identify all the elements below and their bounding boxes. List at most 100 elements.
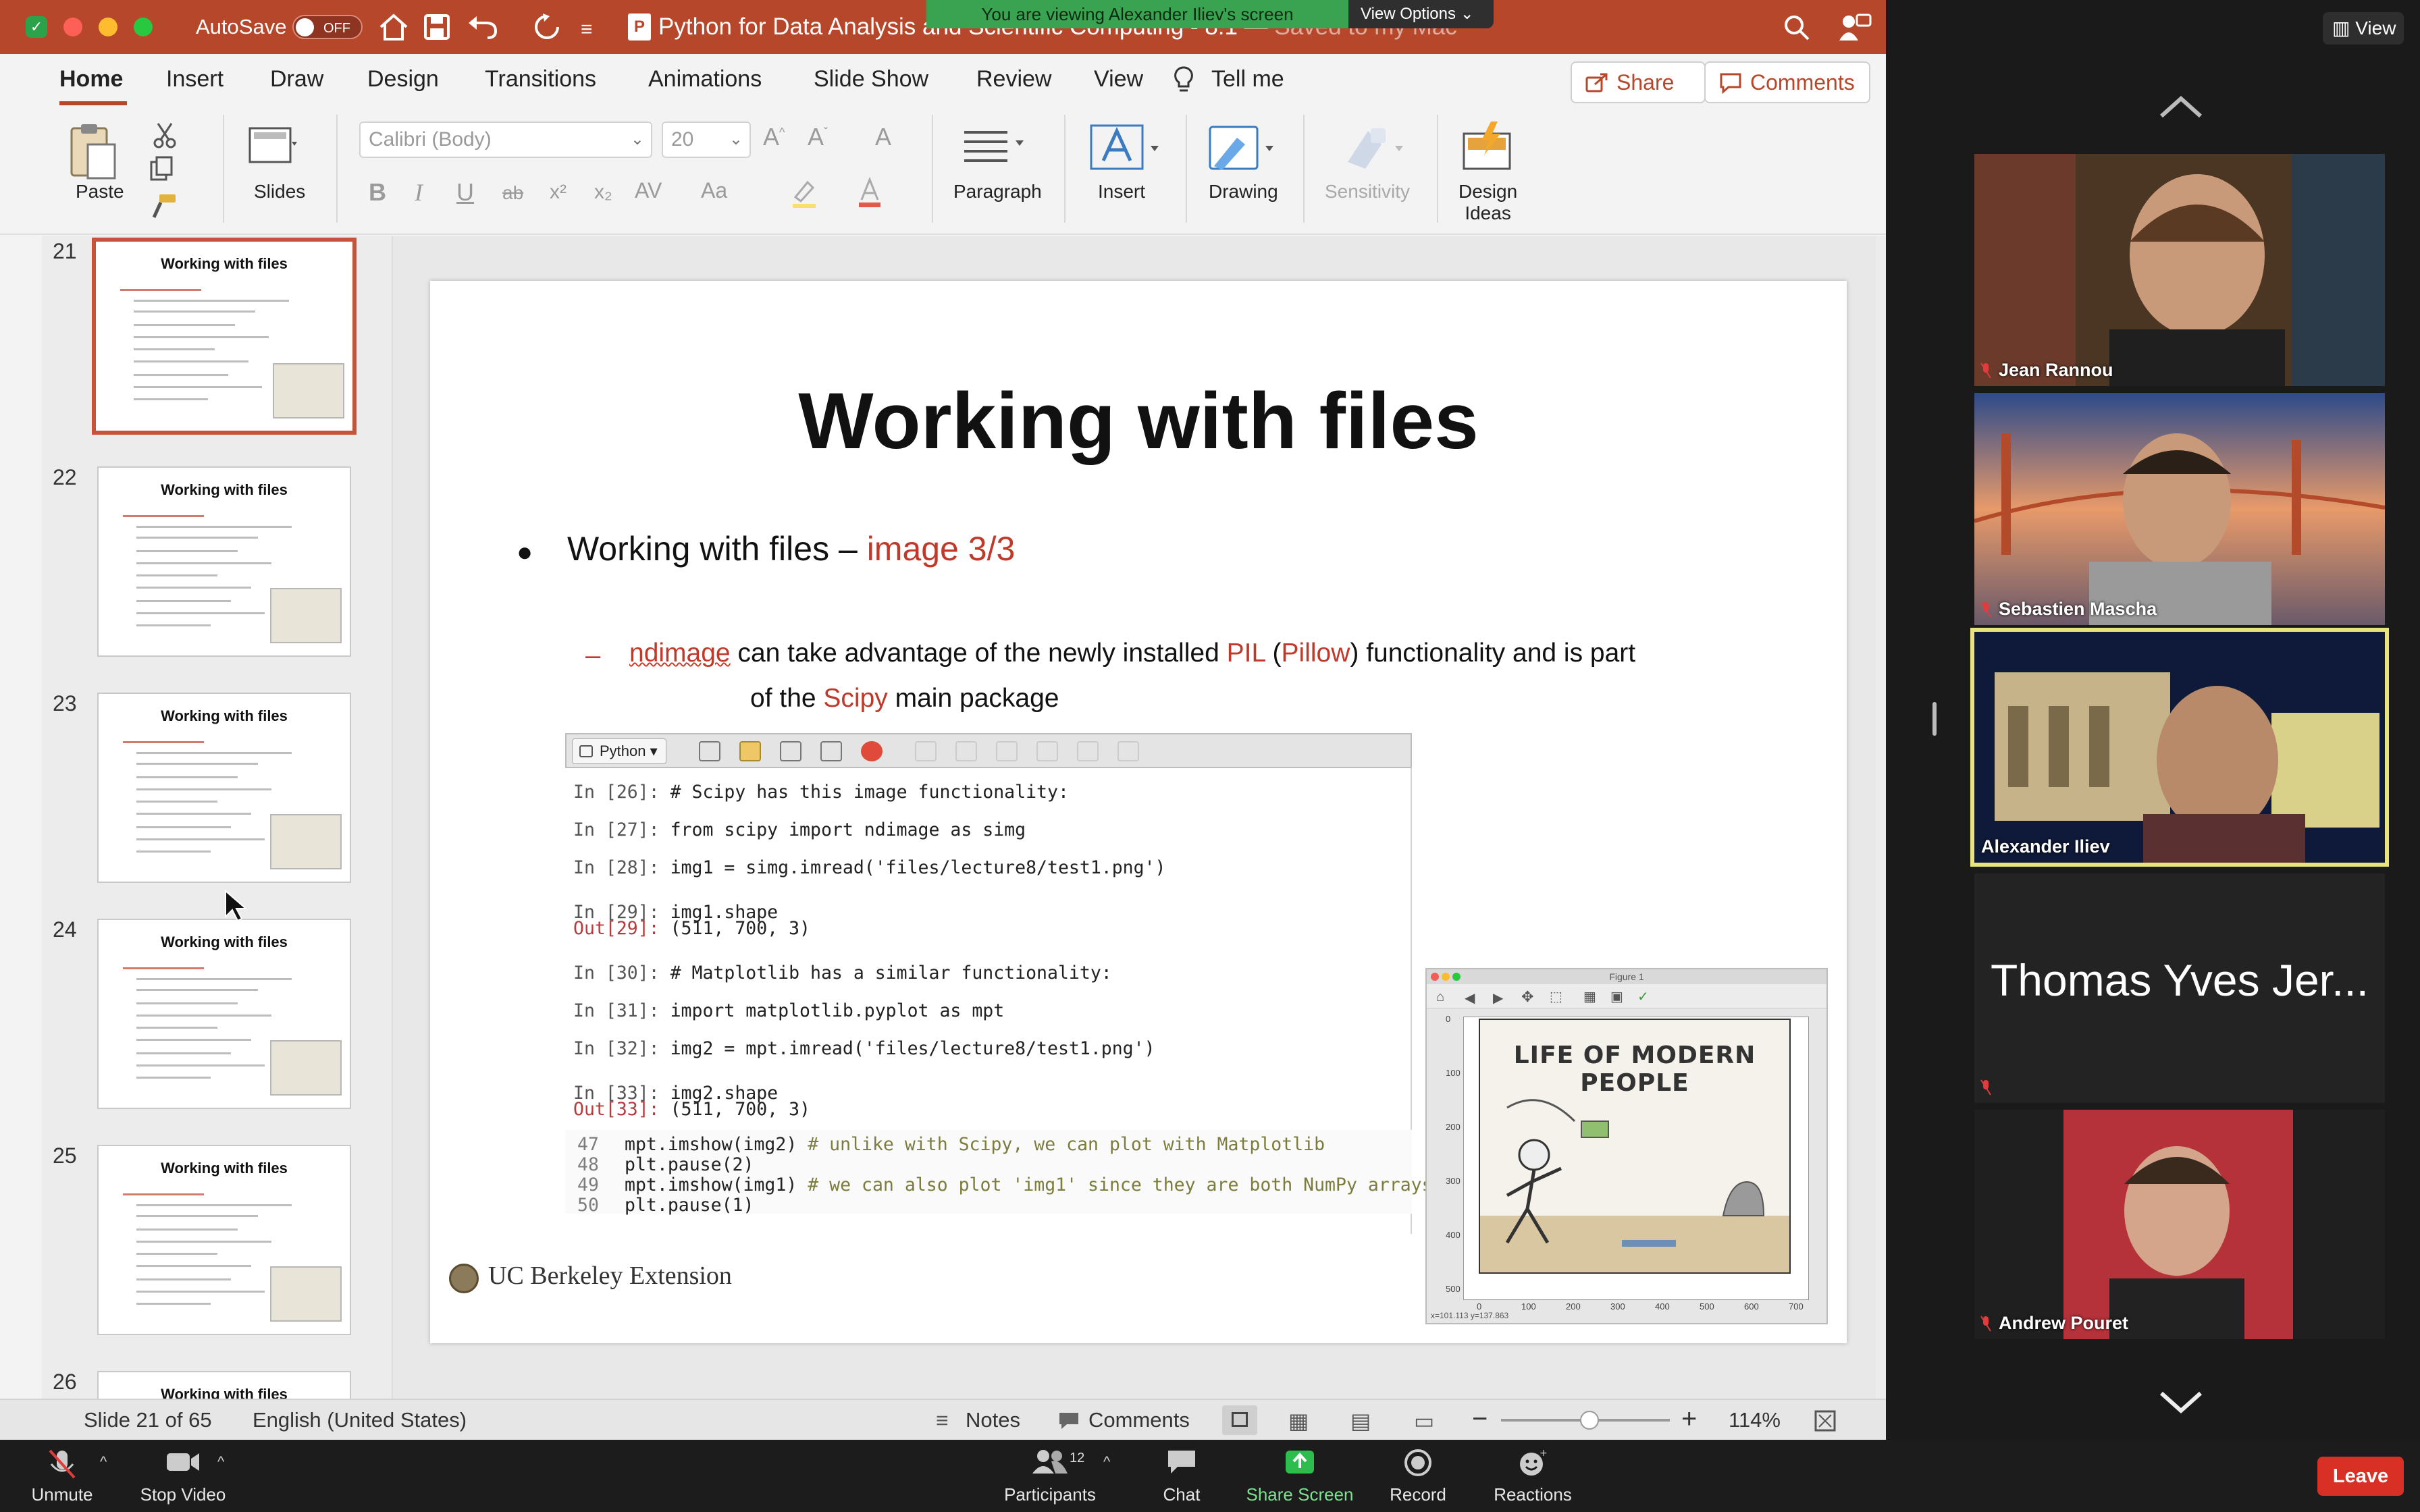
participant-tile[interactable]: Andrew Pouret — [1974, 1110, 2385, 1339]
panel-resize-handle[interactable] — [1932, 702, 1937, 736]
thumbnail-text-line — [136, 1064, 265, 1066]
maximize-window-button[interactable] — [134, 18, 153, 36]
chat-button[interactable]: Chat — [1141, 1440, 1222, 1512]
copy-icon[interactable] — [149, 155, 186, 182]
bold-button[interactable]: B — [369, 178, 386, 207]
chevron-up-icon[interactable] — [2157, 93, 2205, 120]
slide-canvas[interactable]: Working with files ● Working with files … — [393, 236, 1886, 1399]
strikethrough-button[interactable]: ab — [502, 182, 523, 204]
font-size-select[interactable]: 20 ⌄ — [662, 122, 751, 158]
cut-icon[interactable] — [153, 122, 177, 148]
clear-formatting-button[interactable]: A — [875, 123, 891, 151]
tell-me-search[interactable]: Tell me — [1211, 66, 1284, 92]
undo-icon[interactable] — [466, 12, 504, 42]
participants-options-caret[interactable]: ^ — [1103, 1453, 1110, 1471]
zoom-out-button[interactable]: − — [1472, 1404, 1488, 1434]
slide-thumbnail[interactable]: Working with files — [97, 466, 351, 657]
thumbnail-text-line — [136, 1077, 211, 1079]
participants-button[interactable]: 12 Participants — [999, 1440, 1101, 1512]
tab-animations[interactable]: Animations — [648, 66, 762, 92]
change-case-button[interactable]: Aa — [701, 178, 727, 203]
stop-video-button[interactable]: Stop Video — [132, 1440, 234, 1512]
reactions-button[interactable]: + Reactions — [1485, 1440, 1580, 1512]
reading-view-icon[interactable]: ▤ — [1350, 1408, 1371, 1434]
ribbon-separator — [336, 115, 338, 223]
record-button[interactable]: Record — [1377, 1440, 1458, 1512]
zoom-level[interactable]: 114% — [1729, 1408, 1781, 1432]
slide-thumbnail[interactable]: Working with files — [97, 1371, 351, 1399]
save-icon[interactable] — [423, 14, 450, 40]
character-spacing-button[interactable]: AV — [635, 178, 662, 203]
slide-thumbnail[interactable]: Working with files — [92, 238, 357, 435]
tab-slide-show[interactable]: Slide Show — [814, 66, 928, 92]
drawing-icon[interactable] — [1207, 122, 1282, 173]
tab-review[interactable]: Review — [976, 66, 1051, 92]
y-tick-label: 0 — [1446, 1014, 1451, 1024]
new-slide-icon[interactable] — [247, 124, 298, 171]
window-icon — [820, 741, 842, 761]
decrease-font-size-button[interactable]: Aˇ — [808, 123, 828, 151]
slideshow-icon[interactable]: ▭ — [1414, 1408, 1434, 1434]
share-screen-button[interactable]: Share Screen — [1242, 1440, 1357, 1512]
console-line: In [28]: img1 = simg.imread('files/lectu… — [573, 857, 1166, 878]
comments-button[interactable]: Comments — [1704, 61, 1870, 103]
slide-sorter-icon[interactable]: ▦ — [1288, 1408, 1309, 1434]
tab-design[interactable]: Design — [367, 66, 439, 92]
participant-tile[interactable]: Sebastien Mascha — [1974, 393, 2385, 625]
canvas-scrollbar[interactable] — [1876, 236, 1886, 1399]
zoom-slider-knob[interactable] — [1580, 1411, 1599, 1430]
underline-button[interactable]: U — [456, 178, 474, 207]
insert-text-icon[interactable] — [1088, 122, 1163, 173]
zoom-in-button[interactable]: + — [1681, 1404, 1697, 1434]
console-code: (511, 700, 3) — [670, 1099, 811, 1120]
current-slide[interactable]: Working with files ● Working with files … — [430, 281, 1847, 1343]
slide-thumbnail[interactable]: Working with files — [97, 1145, 351, 1335]
participant-tile-active-speaker[interactable]: Alexander Iliev — [1970, 628, 2389, 867]
tab-transitions[interactable]: Transitions — [485, 66, 596, 92]
share-person-icon[interactable] — [1838, 11, 1872, 43]
participant-tile[interactable]: Jean Rannou — [1974, 154, 2385, 386]
leave-button[interactable]: Leave — [2317, 1457, 2404, 1496]
sensitivity-icon[interactable] — [1341, 122, 1409, 173]
highlight-icon[interactable] — [789, 178, 820, 209]
share-button[interactable]: Share — [1571, 61, 1706, 103]
autosave-toggle[interactable]: OFF — [292, 15, 363, 39]
tab-draw[interactable]: Draw — [270, 66, 323, 92]
home-icon[interactable] — [378, 12, 409, 42]
search-icon[interactable] — [1783, 14, 1811, 42]
slide-thumbnail[interactable]: Working with files — [97, 693, 351, 883]
audio-options-caret[interactable]: ^ — [100, 1453, 107, 1471]
tab-insert[interactable]: Insert — [166, 66, 223, 92]
tab-view[interactable]: View — [1094, 66, 1143, 92]
close-window-button[interactable] — [63, 18, 82, 36]
participant-tile-video-off[interactable]: Thomas Yves Jer... — [1974, 873, 2385, 1103]
slide-thumbnail-pane[interactable]: 21 Working with files 22 Working with files… — [42, 236, 393, 1399]
console-line: In [26]: # Scipy has this image function… — [573, 782, 1069, 803]
font-name-select[interactable]: Calibri (Body) ⌄ — [359, 122, 652, 158]
normal-view-button[interactable] — [1222, 1405, 1257, 1435]
slide-thumbnail[interactable]: Working with files — [97, 919, 351, 1109]
paste-icon[interactable] — [68, 122, 122, 181]
view-options-button[interactable]: View Options ⌄ — [1348, 0, 1494, 28]
increase-font-size-button[interactable]: A^ — [763, 123, 785, 151]
design-ideas-icon[interactable] — [1458, 120, 1519, 174]
view-button[interactable]: ▥ View — [2323, 12, 2404, 45]
unmute-button[interactable]: Unmute — [20, 1440, 104, 1512]
chevron-down-icon[interactable] — [2157, 1389, 2205, 1416]
format-painter-icon[interactable] — [149, 192, 178, 221]
edit-icon — [699, 741, 720, 761]
tab-home[interactable]: Home — [59, 66, 123, 92]
italic-button[interactable]: I — [415, 178, 423, 207]
font-color-icon[interactable] — [856, 177, 883, 209]
superscript-button[interactable]: x² — [550, 181, 567, 204]
customize-toolbar-icon[interactable]: ≡ — [581, 15, 593, 45]
notes-button[interactable]: Notes — [966, 1408, 1020, 1432]
minimize-window-button[interactable] — [99, 18, 117, 36]
video-options-caret[interactable]: ^ — [217, 1453, 224, 1471]
fit-to-window-icon[interactable] — [1814, 1409, 1837, 1432]
status-comments-button[interactable]: Comments — [1088, 1408, 1190, 1432]
paragraph-icon[interactable] — [960, 123, 1028, 170]
language-indicator[interactable]: English (United States) — [253, 1408, 467, 1432]
redo-icon[interactable] — [532, 12, 562, 42]
subscript-button[interactable]: x₂ — [594, 181, 612, 204]
